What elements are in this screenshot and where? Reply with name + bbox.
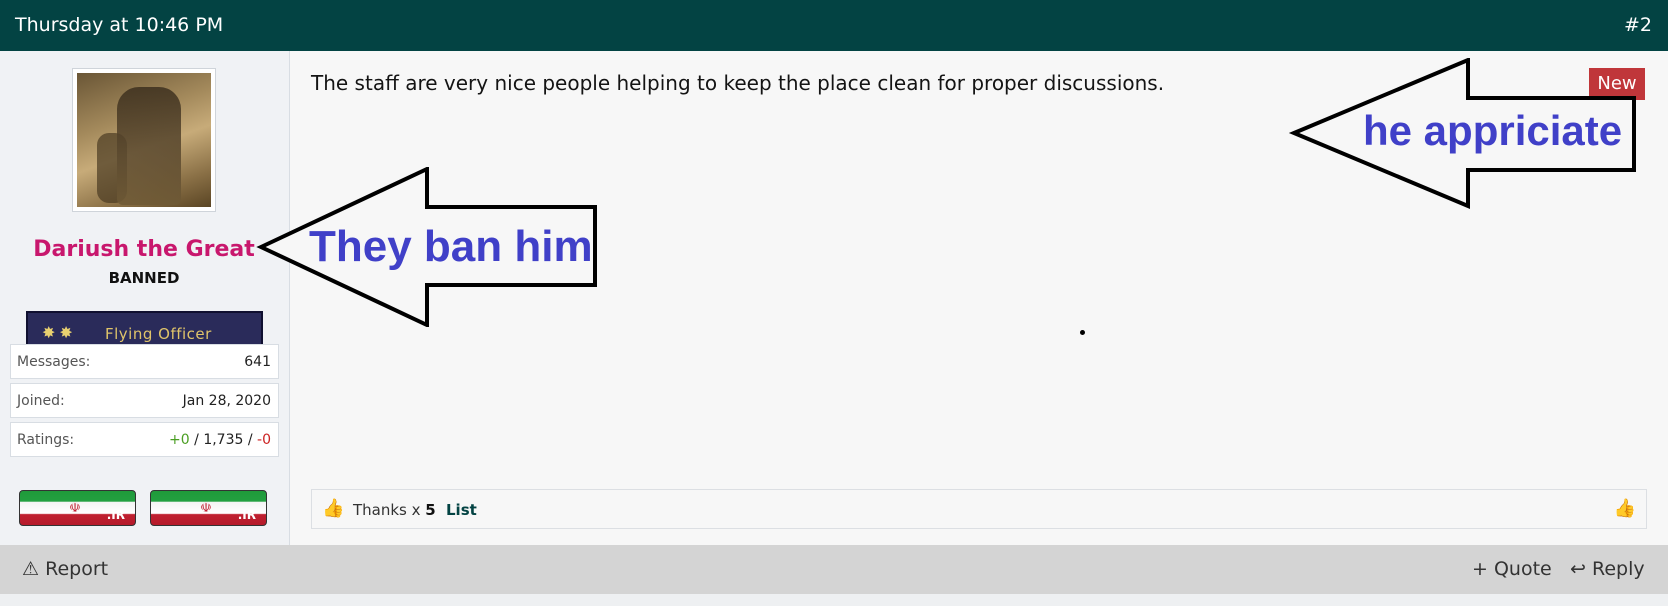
post-permalink[interactable]: #2 <box>1624 14 1652 36</box>
flag-tld: .IR <box>237 508 256 522</box>
stat-value: +0 / 1,735 / -0 <box>169 432 271 448</box>
quote-button[interactable]: + Quote <box>1472 558 1552 580</box>
rating-negative: -0 <box>257 432 271 448</box>
reactions-summary[interactable]: Thanks x 5 <box>353 501 436 519</box>
stat-key: Ratings: <box>17 432 75 448</box>
username-link[interactable]: Dariush the Great <box>0 237 288 262</box>
rating-sep: / <box>243 432 258 448</box>
annotation-text-ban: They ban him <box>309 222 593 271</box>
post-message: The staff are very nice people helping t… <box>311 71 1165 95</box>
flag-tld: .IR <box>106 508 125 522</box>
rank-label: Flying Officer <box>105 325 212 343</box>
user-sidebar: Dariush the Great BANNED ✸✸ Flying Offic… <box>0 51 290 545</box>
iran-flag-banner[interactable]: ☫ .IR <box>19 490 136 526</box>
warning-icon: ⚠ <box>22 558 40 580</box>
annotation-text-appreciate: he appriciate <box>1363 107 1623 154</box>
stat-key: Messages: <box>17 354 91 370</box>
stat-value: Jan 28, 2020 <box>182 393 271 409</box>
reactions-bar: 👍 Thanks x 5 List 👍 <box>311 489 1647 529</box>
reactions-label: Thanks x <box>353 501 426 519</box>
user-title: BANNED <box>108 269 180 287</box>
rank-stars-icon: ✸✸ <box>42 323 77 342</box>
post-footer: ⚠ Report + Quote ↩ Reply <box>0 545 1668 594</box>
iran-flag-banner[interactable]: ☫ .IR <box>150 490 267 526</box>
avatar-figure <box>117 87 181 205</box>
post-date[interactable]: Thursday at 10:46 PM <box>15 14 223 36</box>
report-button[interactable]: ⚠ Report <box>22 558 108 580</box>
stat-joined: Joined: Jan 28, 2020 <box>10 383 279 418</box>
rating-sep: / <box>189 432 204 448</box>
post-header: Thursday at 10:46 PM #2 <box>0 0 1668 51</box>
iran-emblem-icon: ☫ <box>69 501 81 516</box>
like-button-icon[interactable]: 👍 <box>1614 498 1636 519</box>
rating-positive: +0 <box>169 432 190 448</box>
stat-value: 641 <box>244 354 271 370</box>
stat-key: Joined: <box>17 393 65 409</box>
avatar-image <box>77 73 211 207</box>
reply-label: Reply <box>1591 558 1645 580</box>
stray-dot <box>1080 330 1085 335</box>
reply-button[interactable]: ↩ Reply <box>1570 558 1645 580</box>
reply-icon: ↩ <box>1570 558 1586 580</box>
reactions-count: 5 <box>425 501 436 519</box>
thumbs-up-icon: 👍 <box>322 498 345 519</box>
reactions-list-link[interactable]: List <box>446 501 477 519</box>
stat-ratings: Ratings: +0 / 1,735 / -0 <box>10 422 279 457</box>
iran-emblem-icon: ☫ <box>200 501 212 516</box>
avatar[interactable] <box>72 68 216 212</box>
forum-post: Thursday at 10:46 PM #2 Dariush the Grea… <box>0 0 1668 606</box>
report-label: Report <box>45 558 109 580</box>
stat-messages: Messages: 641 <box>10 344 279 379</box>
rating-neutral: 1,735 <box>203 432 244 448</box>
